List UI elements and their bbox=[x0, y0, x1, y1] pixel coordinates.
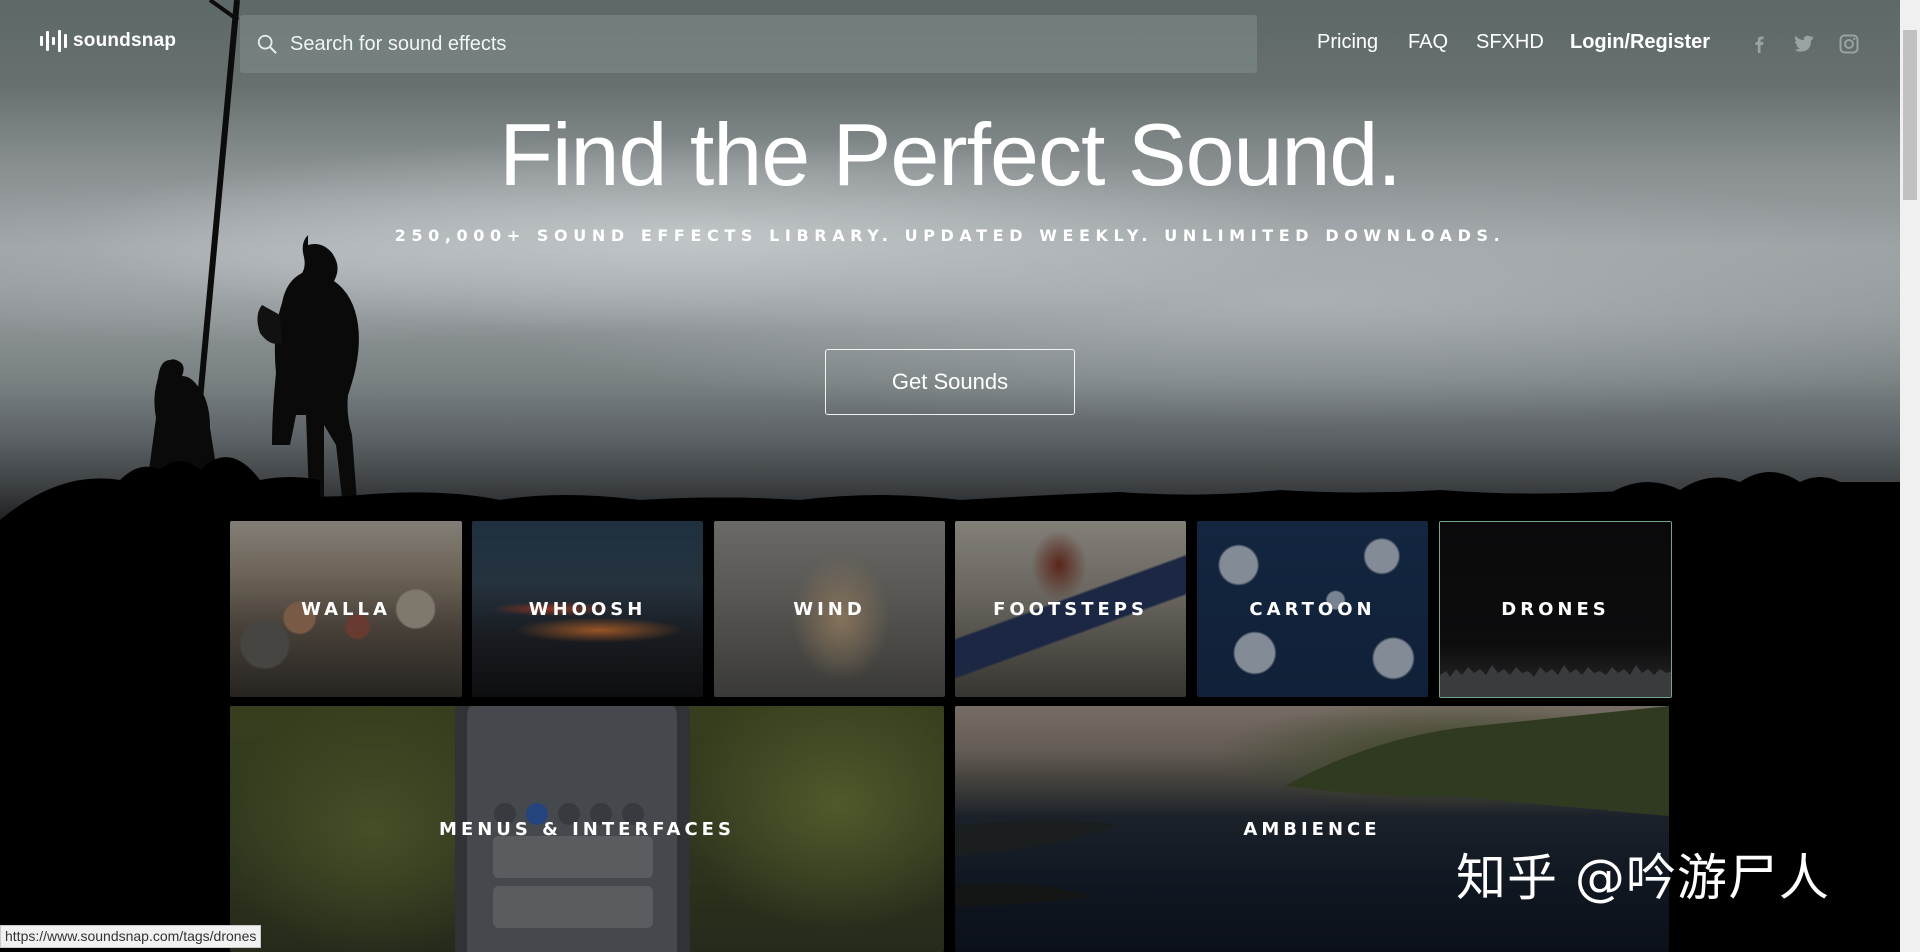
nav-login-register-link[interactable]: Login/Register bbox=[1570, 31, 1720, 54]
category-label: AMBIENCE bbox=[1243, 818, 1381, 840]
logo-waveform-icon bbox=[40, 30, 67, 52]
category-tile-whoosh[interactable]: WHOOSH bbox=[472, 521, 703, 697]
search-bar[interactable] bbox=[240, 15, 1257, 73]
instagram-icon[interactable] bbox=[1838, 33, 1860, 55]
category-label: DRONES bbox=[1501, 599, 1610, 620]
category-tile-footsteps[interactable]: FOOTSTEPS bbox=[955, 521, 1186, 697]
category-tile-wind[interactable]: WIND bbox=[714, 521, 945, 697]
category-label: CARTOON bbox=[1249, 598, 1376, 620]
twitter-icon[interactable] bbox=[1792, 33, 1816, 55]
category-tile-ambience[interactable]: AMBIENCE bbox=[955, 706, 1669, 952]
category-tile-cartoon[interactable]: CARTOON bbox=[1197, 521, 1428, 697]
nav-sfxhd-link[interactable]: SFXHD bbox=[1476, 31, 1546, 54]
nav-pricing-link[interactable]: Pricing bbox=[1317, 31, 1397, 54]
get-sounds-button[interactable]: Get Sounds bbox=[825, 349, 1075, 415]
nav-faq-link[interactable]: FAQ bbox=[1408, 31, 1458, 54]
category-label: FOOTSTEPS bbox=[993, 598, 1148, 620]
logo-text: soundsnap bbox=[73, 30, 177, 51]
search-input[interactable] bbox=[290, 32, 1190, 56]
category-label: MENUS & INTERFACES bbox=[439, 818, 735, 840]
category-tile-drones[interactable]: DRONES bbox=[1439, 521, 1672, 698]
hero-title: Find the Perfect Sound. bbox=[499, 105, 1402, 204]
category-label: WHOOSH bbox=[528, 598, 647, 620]
watermark-text: 知乎 @吟游尸人 bbox=[1456, 849, 1830, 907]
category-label: WIND bbox=[793, 598, 866, 620]
category-label: WALLA bbox=[301, 598, 391, 620]
facebook-icon[interactable] bbox=[1748, 33, 1770, 55]
scrollbar-thumb[interactable] bbox=[1903, 30, 1917, 200]
hero-subtitle: 250,000+ SOUND EFFECTS LIBRARY. UPDATED … bbox=[394, 226, 1506, 245]
status-bar-url: https://www.soundsnap.com/tags/drones bbox=[0, 925, 262, 948]
logo[interactable]: soundsnap bbox=[40, 30, 176, 52]
search-icon bbox=[257, 34, 277, 54]
drones-waveform-graphic bbox=[1440, 665, 1671, 697]
category-tile-walla[interactable]: WALLA bbox=[230, 521, 462, 697]
category-tile-menus-interfaces[interactable]: MENUS & INTERFACES bbox=[230, 706, 944, 952]
